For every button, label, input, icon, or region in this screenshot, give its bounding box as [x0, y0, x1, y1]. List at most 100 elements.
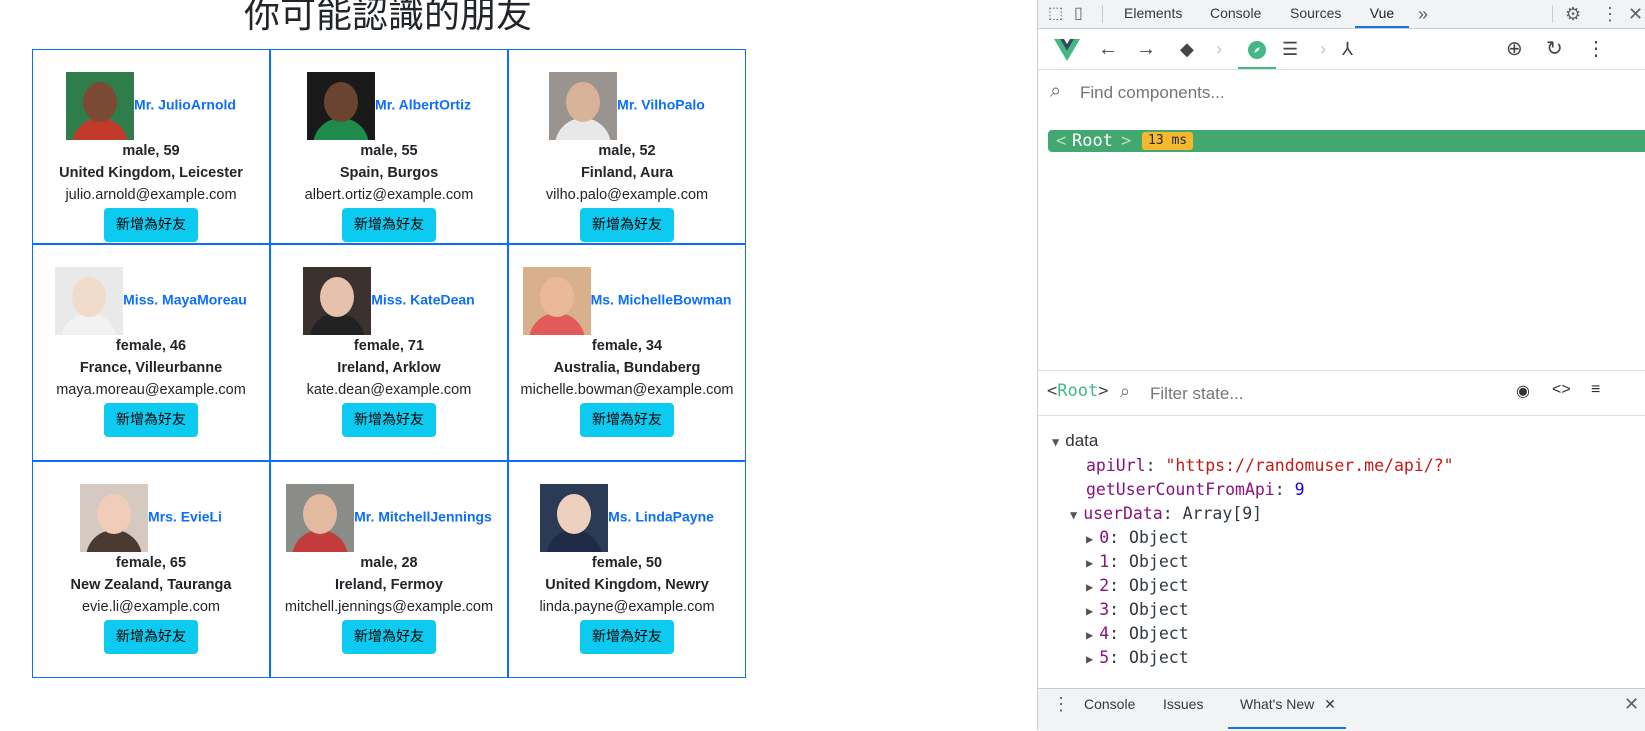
friend-gender-age: male, 52: [598, 143, 656, 159]
scroll-to-component-eye-icon[interactable]: ◉: [1516, 381, 1530, 401]
friend-name[interactable]: Mr. AlbertOrtiz: [375, 97, 471, 113]
friend-card: Mr. JulioArnold male, 59 United Kingdom, L…: [32, 49, 270, 244]
friend-avatar: [540, 484, 609, 552]
friend-card: Ms. LindaPayne female, 50 United Kingdom, …: [508, 461, 746, 678]
friend-name[interactable]: Ms. LindaPayne: [608, 509, 714, 525]
friend-name[interactable]: Miss. KateDean: [371, 292, 474, 308]
tab-vue[interactable]: Vue: [1355, 0, 1409, 28]
add-friend-button[interactable]: 新增為好友: [104, 403, 198, 437]
friend-name[interactable]: Mr. MitchellJennings: [354, 509, 492, 525]
timeline-icon[interactable]: ☰: [1282, 29, 1298, 69]
add-friend-button[interactable]: 新增為好友: [342, 620, 436, 654]
section-data[interactable]: ▼ data: [1052, 428, 1098, 455]
array-item-value: Object: [1129, 576, 1189, 595]
components-compass-icon[interactable]: [1238, 29, 1276, 69]
array-index: 3: [1099, 600, 1110, 619]
drawer-tab-whats-new[interactable]: What's New ✕: [1228, 689, 1346, 729]
array-item-row[interactable]: ▶ 1: Object: [1086, 549, 1189, 576]
friend-card: Miss. MayaMoreau female, 46 France, Villeu…: [32, 244, 270, 461]
forward-arrow-icon[interactable]: →: [1136, 29, 1156, 69]
friend-avatar: [80, 484, 149, 552]
tab-console[interactable]: Console: [1210, 0, 1261, 28]
friend-location: New Zealand, Tauranga: [70, 577, 232, 593]
array-item-row[interactable]: ▶ 3: Object: [1086, 597, 1189, 624]
state-field-row[interactable]: getUserCountFromApi: 9: [1086, 477, 1305, 502]
friend-avatar: [55, 267, 124, 335]
add-friend-button[interactable]: 新增為好友: [342, 403, 436, 437]
add-friend-button[interactable]: 新增為好友: [580, 403, 674, 437]
collapse-menu-icon[interactable]: ≡: [1591, 381, 1600, 399]
vue-devtools-toolbar: ← → ◆ › ☰ › ⅄ ⊕ ↻ ⋮: [1038, 29, 1645, 70]
friend-name[interactable]: Mr. VilhoPalo: [617, 97, 705, 113]
back-arrow-icon[interactable]: ←: [1098, 29, 1118, 69]
whats-new-label: What's New: [1240, 696, 1315, 712]
divider: [1102, 5, 1103, 23]
collapsed-triangle-icon: ▶: [1086, 532, 1094, 546]
array-index: 1: [1099, 552, 1110, 571]
tag-close-bracket: >: [1121, 131, 1132, 151]
array-index: 2: [1099, 576, 1110, 595]
more-options-icon[interactable]: ⋮: [1586, 29, 1606, 69]
collapsed-triangle-icon: ▶: [1086, 580, 1094, 594]
tab-sources[interactable]: Sources: [1290, 0, 1341, 28]
drawer-tab-console[interactable]: Console: [1084, 689, 1135, 729]
array-item-value: Object: [1129, 648, 1189, 667]
close-devtools-icon[interactable]: ✕: [1628, 0, 1643, 28]
breadcrumb-separator: ›: [1320, 39, 1326, 59]
close-drawer-icon[interactable]: ✕: [1624, 689, 1639, 719]
add-friend-button[interactable]: 新增為好友: [104, 208, 198, 242]
drawer-menu-icon[interactable]: ⋮: [1052, 689, 1070, 719]
more-options-icon[interactable]: ⋮: [1601, 0, 1619, 28]
component-tree-root[interactable]: < Root > 13 ms: [1048, 130, 1645, 152]
device-toolbar-icon[interactable]: ▯: [1074, 0, 1083, 28]
friend-gender-age: female, 50: [591, 555, 663, 571]
collapsed-triangle-icon: ▶: [1086, 652, 1094, 666]
routes-tree-icon[interactable]: ⅄: [1342, 29, 1353, 69]
friend-email: evie.li@example.com: [81, 599, 221, 615]
friend-name[interactable]: Mr. JulioArnold: [134, 97, 236, 113]
add-friend-button[interactable]: 新增為好友: [342, 208, 436, 242]
filter-state-input[interactable]: [1148, 381, 1452, 407]
add-friend-button[interactable]: 新增為好友: [580, 620, 674, 654]
more-tabs-icon[interactable]: »: [1418, 0, 1428, 28]
friend-card: Mr. VilhoPalo male, 52 Finland, Aura vilho.…: [508, 49, 746, 244]
array-item-row[interactable]: ▶ 5: Object: [1086, 645, 1189, 672]
friend-gender-age: male, 28: [360, 555, 418, 571]
tab-elements[interactable]: Elements: [1124, 0, 1182, 28]
close-tab-icon[interactable]: ✕: [1324, 696, 1336, 712]
friend-header: Ms. LindaPayne: [509, 484, 745, 552]
expand-triangle-icon: ▼: [1070, 508, 1078, 522]
tag-open-bracket: <: [1056, 131, 1067, 151]
drawer-tab-issues[interactable]: Issues: [1163, 689, 1203, 729]
friend-email: vilho.palo@example.com: [545, 187, 709, 203]
friend-header: Mr. MitchellJennings: [271, 484, 507, 552]
refresh-icon[interactable]: ↻: [1546, 29, 1563, 69]
friend-header: Ms. MichelleBowman: [509, 267, 745, 335]
show-source-code-icon[interactable]: <>: [1552, 381, 1571, 399]
inspect-element-icon[interactable]: ⬚: [1048, 0, 1063, 28]
array-item-row[interactable]: ▶ 0: Object: [1086, 525, 1189, 552]
array-item-value: Object: [1129, 600, 1189, 619]
array-index: 5: [1099, 648, 1110, 667]
friend-location: United Kingdom, Leicester: [59, 165, 243, 181]
select-component-target-icon[interactable]: ⊕: [1506, 29, 1523, 69]
divider: [1552, 5, 1553, 23]
friend-name[interactable]: Mrs. EvieLi: [148, 509, 222, 525]
add-friend-button[interactable]: 新增為好友: [104, 620, 198, 654]
state-field-row[interactable]: apiUrl: "https://randomuser.me/api/?": [1086, 453, 1454, 478]
friend-name[interactable]: Miss. MayaMoreau: [123, 292, 247, 308]
state-field-row[interactable]: ▼ userData: Array[9]: [1070, 501, 1262, 528]
add-friend-button[interactable]: 新增為好友: [580, 208, 674, 242]
settings-gear-icon[interactable]: ⚙: [1565, 0, 1581, 28]
app-layers-icon[interactable]: ◆: [1180, 29, 1194, 69]
array-item-row[interactable]: ▶ 2: Object: [1086, 573, 1189, 600]
friend-gender-age: female, 71: [353, 338, 425, 354]
friend-name[interactable]: Ms. MichelleBowman: [591, 292, 732, 308]
find-components-input[interactable]: [1078, 80, 1622, 106]
friend-email: michelle.bowman@example.com: [520, 382, 734, 398]
page-title: 你可能認識的朋友: [243, 0, 532, 36]
friend-card: Mr. MitchellJennings male, 28 Ireland, Fer…: [270, 461, 508, 678]
array-item-row[interactable]: ▶ 4: Object: [1086, 621, 1189, 648]
vue-logo-icon: [1054, 29, 1080, 69]
friend-header: Mrs. EvieLi: [33, 484, 269, 552]
